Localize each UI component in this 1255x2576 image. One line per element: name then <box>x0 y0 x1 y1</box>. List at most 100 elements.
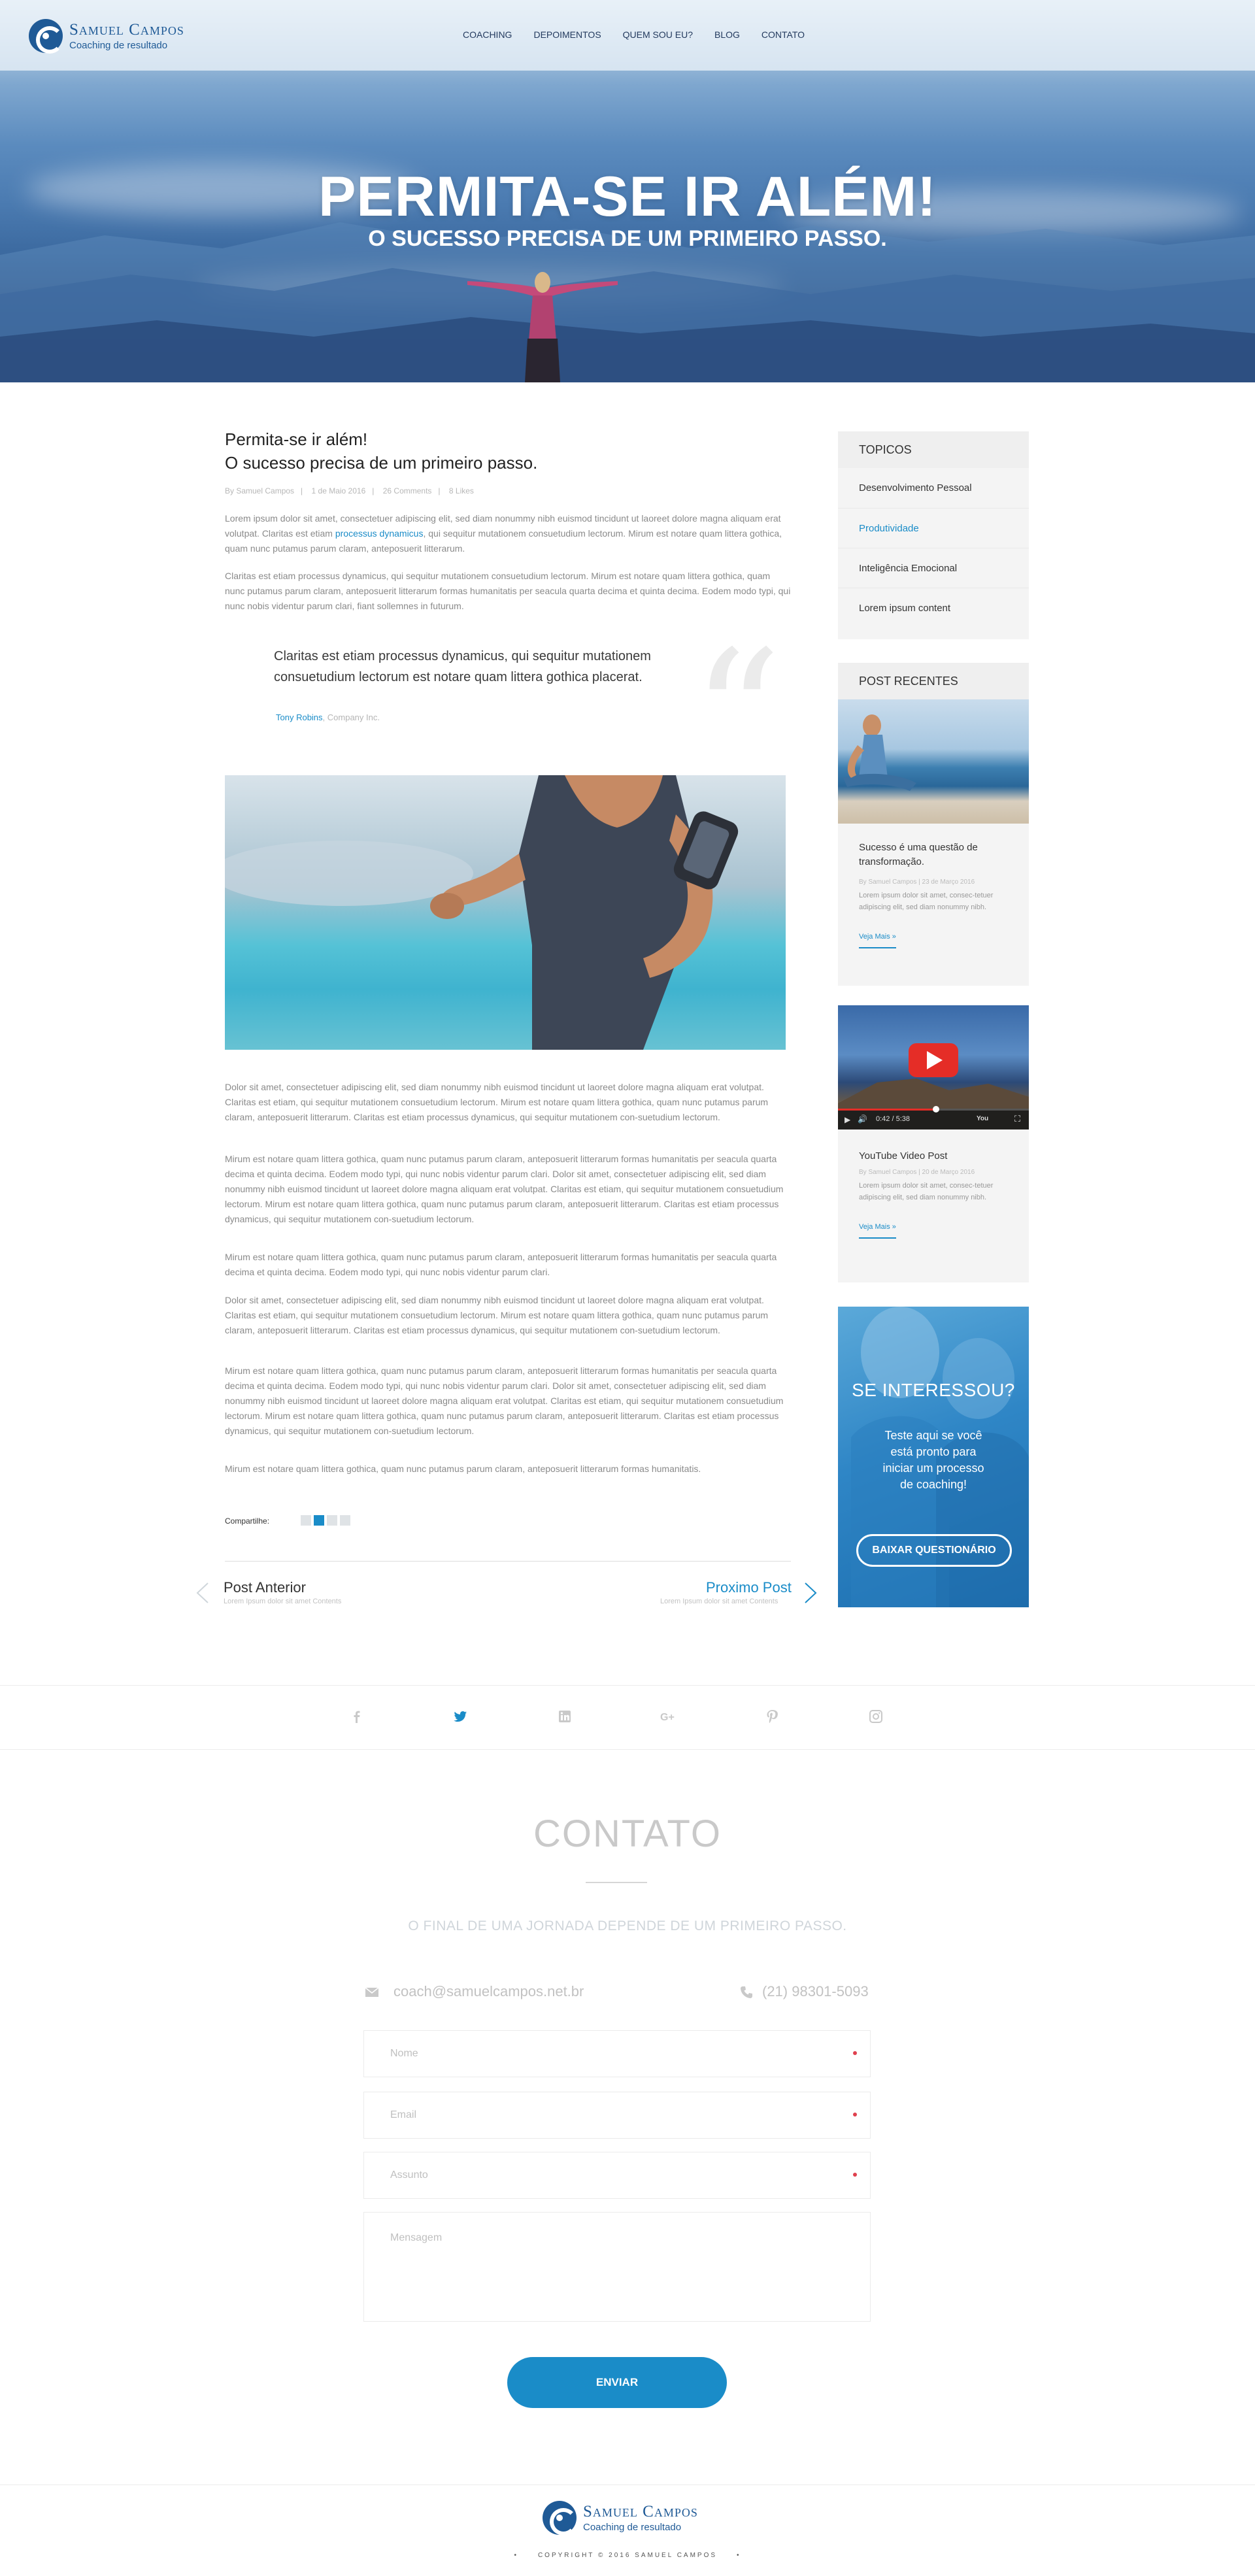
chevron-left-icon[interactable] <box>193 1582 212 1604</box>
message-textarea[interactable] <box>364 2213 870 2321</box>
video-player[interactable]: ▶ 🔊 0:42 / 5:38 You ⛶ <box>838 1005 1029 1129</box>
message-field <box>363 2212 871 2322</box>
fullscreen-icon[interactable]: ⛶ <box>1014 1114 1020 1124</box>
post-author[interactable]: By Samuel Campos <box>225 486 294 495</box>
envelope-icon <box>365 1987 379 1997</box>
recent-posts-title: POST RECENTES <box>838 663 1029 699</box>
body-paragraph: Mirum est notare quam littera gothica, q… <box>225 1252 777 1277</box>
social-bar-top-border <box>0 1685 1255 1686</box>
name-field <box>363 2030 871 2077</box>
cta-title: SE INTERESSOU? <box>852 1380 1015 1400</box>
required-indicator <box>853 2173 857 2177</box>
main-nav: COACHING DEPOIMENTOS QUEM SOU EU? BLOG C… <box>463 29 826 40</box>
video-post-title[interactable]: YouTube Video Post <box>838 1129 1029 1163</box>
video-time: 0:42 / 5:38 <box>876 1115 910 1123</box>
post-paragraph: Claritas est etiam processus dynamicus, … <box>225 571 791 611</box>
logo-icon <box>29 19 63 54</box>
body-paragraph: Dolor sit amet, consectetuer adipiscing … <box>225 1082 769 1122</box>
footer-logo-tagline: Coaching de resultado <box>583 2522 682 2533</box>
topic-item[interactable]: Inteligência Emocional <box>838 548 1029 588</box>
share-label: Compartilhe: <box>225 1516 270 1526</box>
article-image <box>225 775 786 1050</box>
post-intro: Lorem ipsum dolor sit amet, consectetuer… <box>225 511 791 556</box>
post-meta: By Samuel Campos | 1 de Maio 2016 | 26 Com… <box>225 486 474 495</box>
twitter-icon[interactable] <box>452 1709 468 1724</box>
body-paragraph: Mirum est notare quam littera gothica, q… <box>225 1365 784 1436</box>
recent-posts-widget: POST RECENTES Sucesso é uma questão de t… <box>838 663 1029 986</box>
topics-widget: TOPICOS Desenvolvimento Pessoal Produtiv… <box>838 431 1029 639</box>
post-title-line2: O sucesso precisa de um primeiro passo. <box>225 453 538 473</box>
social-bar-bottom-border <box>0 1749 1255 1750</box>
cta-text: Teste aqui se você está pronto para inic… <box>882 1429 984 1491</box>
topic-item[interactable]: Desenvolvimento Pessoal <box>838 468 1029 508</box>
recent-post-meta: By Samuel Campos | 23 de Março 2016 <box>859 878 975 886</box>
subject-input[interactable] <box>364 2152 870 2198</box>
contact-phone-link[interactable]: (21) 98301-5093 <box>762 1983 869 2000</box>
logo-tagline: Coaching de resultado <box>69 40 168 51</box>
video-thumbnail <box>838 1043 1029 1129</box>
runner-illustration <box>225 775 739 1050</box>
video-post-meta: By Samuel Campos | 20 de Março 2016 <box>859 1169 975 1176</box>
volume-icon[interactable]: 🔊 <box>858 1114 867 1124</box>
hero-title: PERMITA-SE IR ALÉM! <box>318 165 937 228</box>
download-questionnaire-button[interactable]: BAIXAR QUESTIONÁRIO <box>856 1534 1012 1567</box>
nav-item-blog[interactable]: BLOG <box>714 29 740 40</box>
previous-post-link[interactable]: Post Anterior <box>224 1579 306 1596</box>
send-button[interactable]: ENVIAR <box>507 2357 727 2408</box>
play-icon[interactable]: ▶ <box>845 1115 850 1124</box>
linkedin-icon[interactable] <box>557 1709 573 1724</box>
logo-name: Samuel Campos <box>69 21 184 39</box>
pinterest-icon[interactable] <box>765 1709 780 1724</box>
google-plus-icon[interactable]: G+ <box>660 1709 676 1724</box>
site-logo[interactable]: Samuel Campos Coaching de resultado <box>29 19 184 54</box>
youtube-logo-icon[interactable]: You <box>977 1115 988 1122</box>
nav-item-quem-sou-eu[interactable]: QUEM SOU EU? <box>623 29 693 40</box>
share-buttons <box>301 1515 350 1526</box>
footer-logo-name: Samuel Campos <box>583 2503 698 2520</box>
topic-item-active[interactable]: Produtividade <box>838 508 1029 548</box>
video-post-widget: ▶ 🔊 0:42 / 5:38 You ⛶ YouTube Video Post… <box>838 1005 1029 1282</box>
contact-subtitle: O FINAL DE UMA JORNADA DEPENDE DE UM PRI… <box>408 1918 847 1933</box>
required-indicator <box>853 2051 857 2055</box>
hero-person <box>467 272 618 382</box>
blockquote-text: Claritas est etiam processus dynamicus, … <box>274 649 651 684</box>
nav-item-depoimentos[interactable]: DEPOIMENTOS <box>533 29 601 40</box>
share-facebook-icon[interactable] <box>301 1515 311 1526</box>
read-more-link[interactable]: Veja Mais » <box>859 1223 896 1239</box>
email-field <box>363 2092 871 2139</box>
share-linkedin-icon[interactable] <box>327 1515 337 1526</box>
topics-title: TOPICOS <box>838 431 1029 468</box>
meditation-illustration <box>843 714 916 791</box>
post-intro-link[interactable]: processus dynamicus <box>335 528 424 539</box>
read-more-link[interactable]: Veja Mais » <box>859 933 896 948</box>
contact-email-link[interactable]: coach@samuelcampos.net.br <box>393 1983 584 2000</box>
post-likes[interactable]: 8 Likes <box>449 486 474 495</box>
next-post-excerpt: Lorem Ipsum dolor sit amet Contents <box>660 1597 778 1605</box>
subject-field <box>363 2152 871 2199</box>
share-email-icon[interactable] <box>340 1515 350 1526</box>
recent-post-title[interactable]: Sucesso é uma questão de transformação. <box>838 824 1029 869</box>
footer-divider <box>0 2484 1255 2485</box>
nav-item-contato[interactable]: CONTATO <box>761 29 805 40</box>
name-input[interactable] <box>364 2031 870 2077</box>
recent-post-thumbnail[interactable] <box>838 699 1029 824</box>
post-date: 1 de Maio 2016 <box>311 486 366 495</box>
next-post-link[interactable]: Proximo Post <box>706 1579 792 1596</box>
hero-banner: Samuel Campos Coaching de resultado COAC… <box>0 0 1255 382</box>
nav-item-coaching[interactable]: COACHING <box>463 29 512 40</box>
quote-author-name: Tony Robins <box>276 712 323 722</box>
share-twitter-icon[interactable] <box>314 1515 324 1526</box>
body-paragraph: Mirum est notare quam littera gothica, q… <box>225 1464 701 1474</box>
topic-item[interactable]: Lorem ipsum content <box>838 588 1029 627</box>
email-input[interactable] <box>364 2092 870 2138</box>
contact-title-divider <box>586 1882 647 1883</box>
questionnaire-cta: SE INTERESSOU? Teste aqui se você está p… <box>838 1307 1029 1607</box>
chevron-right-icon[interactable] <box>801 1582 820 1604</box>
footer-logo[interactable]: Samuel Campos Coaching de resultado <box>543 2501 698 2535</box>
instagram-icon[interactable] <box>868 1709 884 1724</box>
facebook-icon[interactable] <box>349 1709 365 1724</box>
video-post-excerpt: Lorem ipsum dolor sit amet, consec-tetue… <box>859 1182 994 1201</box>
body-paragraph: Dolor sit amet, consectetuer adipiscing … <box>225 1295 769 1335</box>
post-comments[interactable]: 26 Comments <box>383 486 432 495</box>
post-title: Permita-se ir além! O sucesso precisa de… <box>225 427 537 475</box>
